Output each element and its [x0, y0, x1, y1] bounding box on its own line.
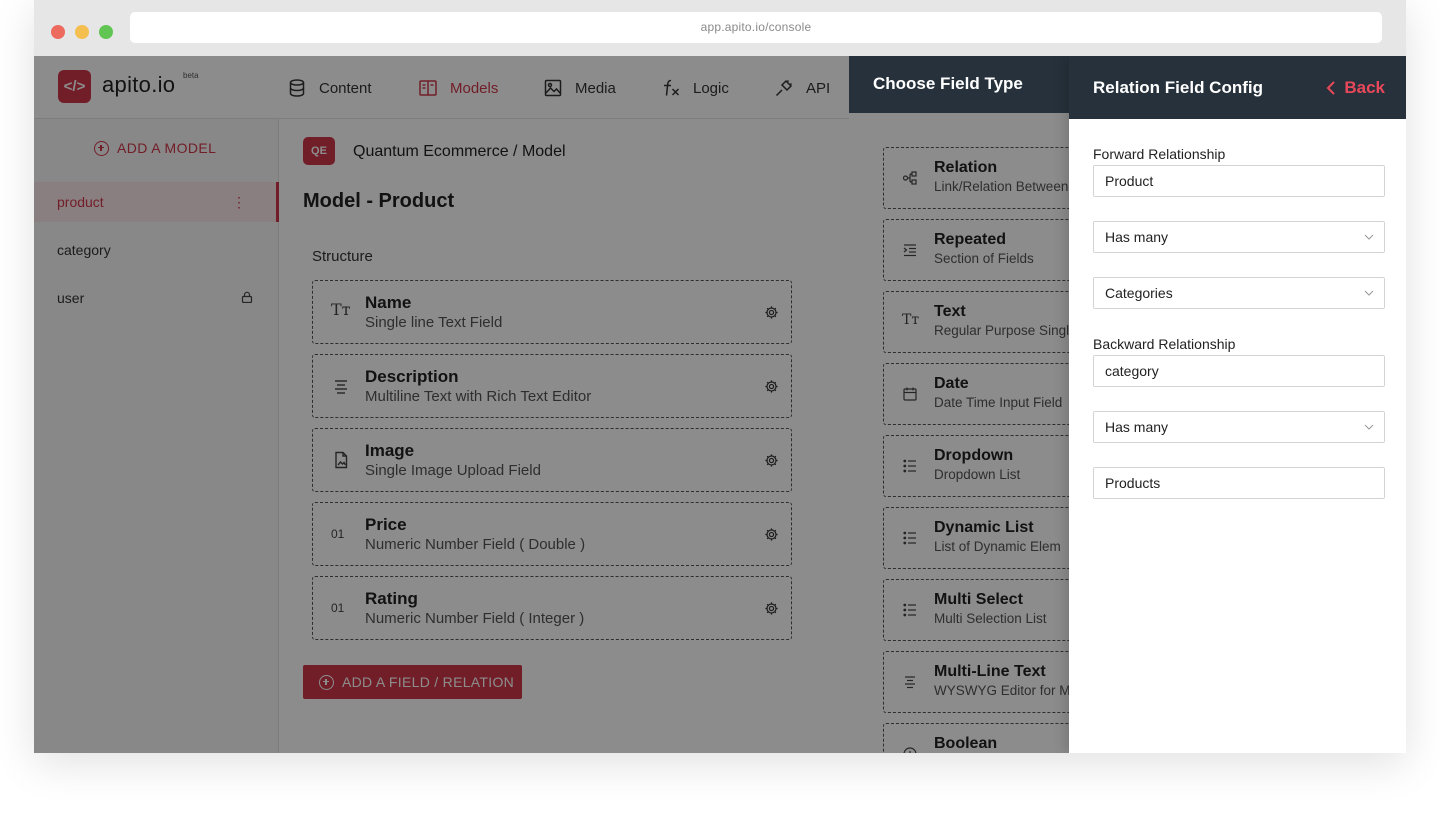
backward-model-input[interactable]: category [1093, 355, 1385, 387]
forward-target-value: Categories [1105, 285, 1173, 301]
chevron-left-icon [1326, 81, 1336, 95]
field-type-panel: Choose Field Type Relation Link/Relation… [849, 56, 1069, 753]
app-root: </> apito.io beta Content Models Media L… [34, 56, 1406, 753]
browser-window: app.apito.io/console </> apito.io beta C… [34, 0, 1406, 753]
close-window-dot[interactable] [51, 25, 65, 39]
browser-titlebar: app.apito.io/console [34, 0, 1406, 56]
field-type-backdrop [849, 113, 1069, 753]
backward-target-input[interactable]: Products [1093, 467, 1385, 499]
forward-relationship-label: Forward Relationship [1093, 146, 1226, 162]
address-bar[interactable]: app.apito.io/console [130, 12, 1382, 43]
backward-model-value: category [1105, 363, 1159, 379]
forward-relation-type-select[interactable]: Has many [1093, 221, 1385, 253]
config-header: Relation Field Config Back [1069, 56, 1406, 119]
backward-target-value: Products [1105, 475, 1161, 491]
back-label: Back [1344, 78, 1385, 97]
backward-relationship-label: Backward Relationship [1093, 336, 1236, 352]
relation-config-panel: Relation Field Config Back Forward Relat… [1069, 56, 1406, 753]
field-type-title: Choose Field Type [849, 56, 1069, 113]
forward-target-select[interactable]: Categories [1093, 277, 1385, 309]
forward-relation-type-value: Has many [1105, 229, 1169, 245]
minimize-window-dot[interactable] [75, 25, 89, 39]
back-button[interactable]: Back [1326, 78, 1385, 98]
chevron-down-icon [1364, 424, 1374, 430]
backward-relation-type-select[interactable]: Has many [1093, 411, 1385, 443]
chevron-down-icon [1364, 234, 1374, 240]
config-title: Relation Field Config [1093, 78, 1263, 97]
forward-model-input[interactable]: Product [1093, 165, 1385, 197]
forward-model-value: Product [1105, 173, 1154, 189]
modal-backdrop[interactable] [34, 56, 849, 753]
chevron-down-icon [1364, 290, 1374, 296]
backward-relation-type-value: Has many [1105, 419, 1169, 435]
maximize-window-dot[interactable] [99, 25, 113, 39]
